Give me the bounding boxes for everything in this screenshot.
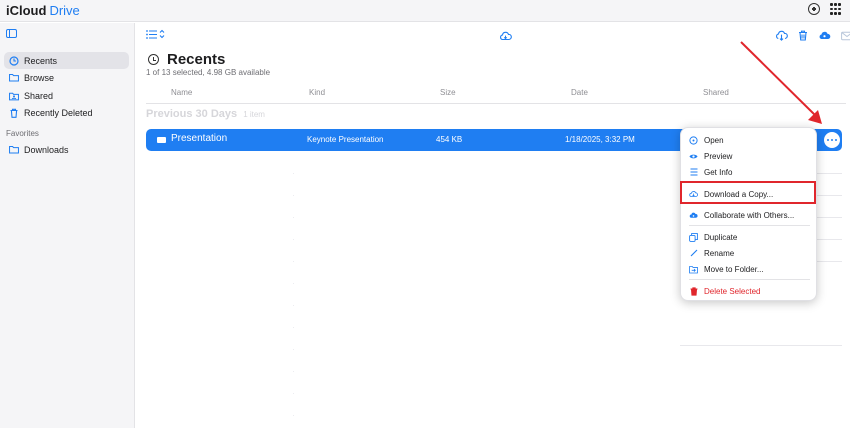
menu-separator — [689, 225, 810, 226]
page-title: Recents — [167, 51, 226, 68]
column-header-date[interactable]: Date — [571, 88, 588, 97]
trash-icon — [689, 286, 698, 296]
menu-item-label: Preview — [704, 151, 733, 161]
file-name: Presentation — [171, 133, 228, 144]
keynote-file-icon — [157, 137, 166, 143]
sidebar-item-label: Shared — [24, 90, 54, 101]
menu-item-label: Collaborate with Others... — [704, 210, 795, 220]
row-divider — [815, 261, 842, 262]
eye-icon — [689, 152, 698, 161]
clock-icon — [148, 54, 159, 65]
folder-icon — [9, 73, 19, 83]
shared-folder-icon — [9, 91, 19, 101]
menu-item-delete-selected[interactable]: Delete Selected — [681, 284, 818, 298]
sidebar: Recents Browse Shared Recently Deleted F… — [0, 23, 135, 428]
trash-icon[interactable] — [798, 28, 808, 46]
menu-item-collaborate[interactable]: Collaborate with Others... — [681, 208, 818, 222]
section-count: 1 item — [243, 110, 265, 119]
duplicate-icon — [689, 232, 698, 242]
context-menu: Open Preview Get Info Download a Copy... — [680, 127, 817, 301]
top-bar: iCloud Drive — [0, 0, 850, 22]
menu-item-label: Open — [704, 135, 724, 145]
annotation-highlight-box — [680, 181, 816, 204]
row-divider — [815, 217, 842, 218]
icloud-status-icon[interactable] — [499, 28, 512, 46]
move-folder-icon — [689, 265, 698, 274]
header-divider — [146, 103, 846, 104]
list-view-icon — [146, 29, 157, 42]
pencil-icon — [689, 249, 698, 258]
menu-item-open[interactable]: Open — [681, 133, 818, 147]
menu-separator — [689, 279, 810, 280]
brand-icloud: iCloud — [6, 3, 47, 18]
mail-icon[interactable] — [841, 28, 850, 46]
brand-drive: Drive — [49, 3, 80, 18]
column-guides — [293, 173, 294, 428]
top-right-controls — [808, 3, 842, 15]
sort-chevron-icon — [159, 29, 165, 42]
row-divider — [815, 239, 842, 240]
app-grid-icon[interactable] — [830, 3, 842, 15]
column-header-shared[interactable]: Shared — [703, 88, 729, 97]
toolbar-actions — [775, 28, 850, 46]
section-label: Previous 30 Days 1 item — [146, 108, 265, 120]
menu-item-move-to-folder[interactable]: Move to Folder... — [681, 262, 818, 276]
sidebar-item-label: Browse — [24, 72, 55, 83]
column-headers: Name Kind Size Date Shared — [135, 88, 850, 100]
sidebar-item-shared[interactable]: Shared — [4, 87, 129, 104]
sidebar-item-label: Downloads — [24, 144, 69, 155]
trash-icon — [9, 108, 19, 118]
column-header-name[interactable]: Name — [171, 88, 192, 97]
menu-item-rename[interactable]: Rename — [681, 246, 818, 260]
app-brand[interactable]: iCloud Drive — [5, 3, 80, 18]
sidebar-item-recents[interactable]: Recents — [4, 52, 129, 69]
menu-item-label: Delete Selected — [704, 286, 761, 296]
clock-icon — [9, 55, 19, 66]
icloud-drive-window: iCloud Drive Recents Browse Shared Recen… — [0, 0, 850, 428]
menu-item-label: Duplicate — [704, 232, 738, 242]
favorites-heading: Favorites — [6, 129, 39, 138]
sidebar-item-downloads[interactable]: Downloads — [4, 141, 129, 158]
section-title: Previous 30 Days — [146, 108, 238, 120]
collaborate-icon — [689, 211, 698, 220]
view-options-button[interactable] — [146, 29, 165, 42]
page-header: Recents — [148, 51, 225, 68]
more-options-button[interactable] — [824, 132, 840, 148]
column-header-kind[interactable]: Kind — [309, 88, 325, 97]
add-icon[interactable] — [808, 3, 820, 15]
file-date: 1/18/2025, 3:32 PM — [565, 135, 635, 144]
menu-item-get-info[interactable]: Get Info — [681, 165, 818, 179]
menu-item-preview[interactable]: Preview — [681, 149, 818, 163]
file-size: 454 KB — [436, 135, 463, 144]
row-divider — [680, 345, 842, 346]
folder-icon — [9, 145, 19, 155]
menu-item-duplicate[interactable]: Duplicate — [681, 230, 818, 244]
sidebar-toggle-icon[interactable] — [6, 29, 17, 38]
sidebar-item-label: Recents — [24, 55, 58, 66]
column-header-size[interactable]: Size — [440, 88, 456, 97]
share-collaborate-icon[interactable] — [818, 28, 831, 46]
file-kind: Keynote Presentation — [307, 135, 384, 144]
selection-status: 1 of 13 selected, 4.98 GB available — [146, 68, 271, 77]
list-icon — [689, 168, 698, 177]
sidebar-item-recently-deleted[interactable]: Recently Deleted — [4, 104, 129, 121]
sidebar-item-browse[interactable]: Browse — [4, 69, 129, 86]
menu-item-label: Get Info — [704, 167, 733, 177]
open-icon — [689, 135, 698, 145]
menu-item-label: Rename — [704, 248, 735, 258]
download-icon[interactable] — [775, 28, 788, 46]
sidebar-item-label: Recently Deleted — [24, 107, 93, 118]
menu-item-label: Move to Folder... — [704, 264, 764, 274]
